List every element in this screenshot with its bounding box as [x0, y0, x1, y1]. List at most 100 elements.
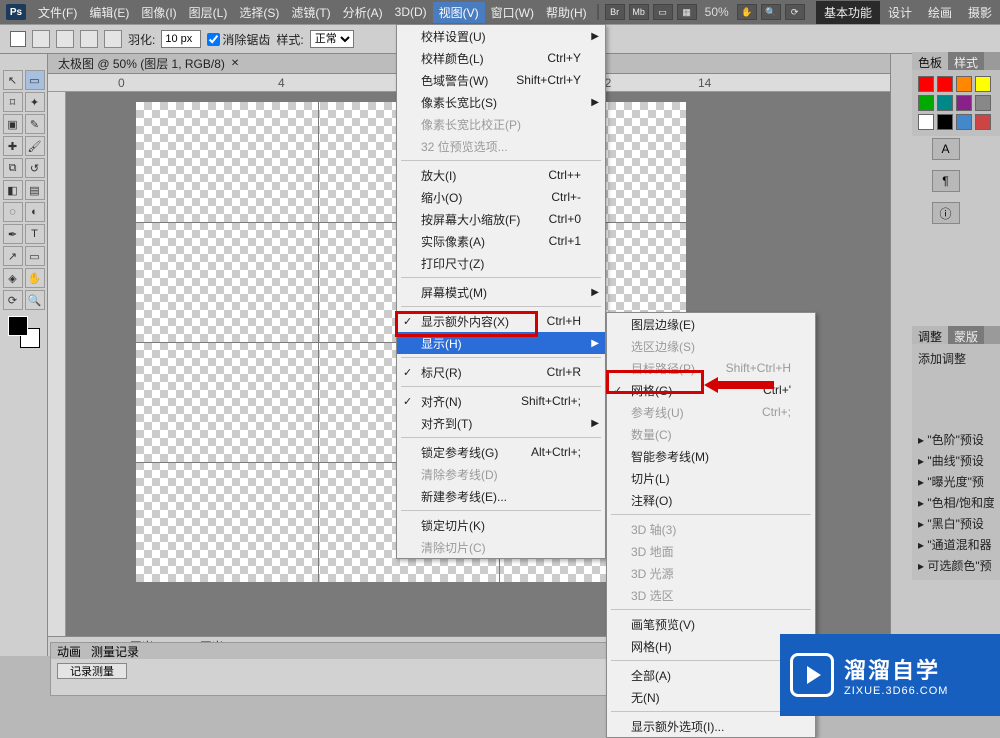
preset-item[interactable]: ▸ "曲线"预设 — [918, 450, 994, 471]
path-tool-icon[interactable]: ↗ — [3, 246, 23, 266]
menu-item[interactable]: 缩小(O)Ctrl+- — [397, 186, 605, 208]
tool-preset-icon[interactable] — [10, 31, 26, 47]
tab-mask[interactable]: 蒙版 — [948, 326, 984, 344]
menu-help[interactable]: 帮助(H) — [540, 2, 593, 23]
menu-item[interactable]: 图层边缘(E) — [607, 313, 815, 335]
zoom-level[interactable]: 50% — [705, 5, 729, 19]
swatch[interactable] — [956, 95, 972, 111]
swatch[interactable] — [956, 76, 972, 92]
gradient-tool-icon[interactable]: ▤ — [25, 180, 45, 200]
marquee-add-icon[interactable] — [56, 30, 74, 48]
bridge-icon[interactable]: Br — [605, 4, 625, 20]
zoom-icon[interactable]: 🔍 — [761, 4, 781, 20]
stamp-tool-icon[interactable]: ⧉ — [3, 158, 23, 178]
tab-styles[interactable]: 样式 — [948, 52, 984, 70]
tab-animation[interactable]: 动画 — [57, 643, 81, 659]
menu-item[interactable]: 实际像素(A)Ctrl+1 — [397, 230, 605, 252]
arrange-icon[interactable]: ▦ — [677, 4, 697, 20]
menu-item[interactable]: 屏幕模式(M)▶ — [397, 281, 605, 303]
feather-input[interactable] — [161, 30, 201, 48]
menu-item[interactable]: 校样颜色(L)Ctrl+Y — [397, 47, 605, 69]
menu-view[interactable]: 视图(V) — [433, 2, 485, 23]
move-tool-icon[interactable]: ↖ — [3, 70, 23, 90]
record-measure-button[interactable]: 记录测量 — [57, 663, 127, 679]
rotate-icon[interactable]: ⟳ — [785, 4, 805, 20]
menu-item[interactable]: 校样设置(U)▶ — [397, 25, 605, 47]
ruler-vertical[interactable] — [48, 92, 66, 636]
preset-item[interactable]: ▸ "色阶"预设 — [918, 429, 994, 450]
fg-color[interactable] — [8, 316, 28, 336]
menu-item[interactable]: 打印尺寸(Z) — [397, 252, 605, 274]
menu-item[interactable]: 色域警告(W)Shift+Ctrl+Y — [397, 69, 605, 91]
dodge-tool-icon[interactable]: ◐ — [25, 202, 45, 222]
tab-adjust[interactable]: 调整 — [912, 326, 948, 344]
marquee-sub-icon[interactable] — [80, 30, 98, 48]
zoom-tool-icon[interactable]: 🔍 — [25, 290, 45, 310]
style-select[interactable]: 正常 — [310, 30, 354, 48]
eyedrop-tool-icon[interactable]: ✎ — [25, 114, 45, 134]
swatch[interactable] — [975, 114, 991, 130]
hand-tool-icon[interactable]: ✋ — [25, 268, 45, 288]
rotate-tool-icon[interactable]: ⟳ — [3, 290, 23, 310]
type-tool-icon[interactable]: T — [25, 224, 45, 244]
menu-item[interactable]: 像素长宽比(S)▶ — [397, 91, 605, 113]
swatch[interactable] — [918, 76, 934, 92]
menu-item[interactable]: ✓标尺(R)Ctrl+R — [397, 361, 605, 383]
swatch[interactable] — [975, 95, 991, 111]
menu-item[interactable]: 切片(L) — [607, 467, 815, 489]
preset-item[interactable]: ▸ "曝光度"预 — [918, 471, 994, 492]
tab-swatches[interactable]: 色板 — [912, 52, 948, 70]
color-swatches[interactable] — [8, 316, 40, 348]
history-tool-icon[interactable]: ↺ — [25, 158, 45, 178]
swatch[interactable] — [937, 114, 953, 130]
menu-item[interactable]: 按屏幕大小缩放(F)Ctrl+0 — [397, 208, 605, 230]
menu-item[interactable]: 注释(O) — [607, 489, 815, 511]
swatch[interactable] — [937, 95, 953, 111]
swatch[interactable] — [918, 95, 934, 111]
marquee-tool-icon[interactable]: ▭ — [25, 70, 45, 90]
tab-measure[interactable]: 测量记录 — [91, 643, 139, 659]
menu-layer[interactable]: 图层(L) — [183, 2, 234, 23]
menu-item[interactable]: 显示额外选项(I)... — [607, 715, 815, 737]
menu-edit[interactable]: 编辑(E) — [83, 2, 135, 23]
blur-tool-icon[interactable]: ◌ — [3, 202, 23, 222]
menu-item[interactable]: 锁定切片(K) — [397, 514, 605, 536]
antialias-checkbox[interactable] — [207, 33, 220, 46]
lasso-tool-icon[interactable]: ⌑ — [3, 92, 23, 112]
menu-file[interactable]: 文件(F) — [32, 2, 83, 23]
menu-item[interactable]: 放大(I)Ctrl++ — [397, 164, 605, 186]
preset-item[interactable]: ▸ "通道混和器 — [918, 534, 994, 555]
swatch[interactable] — [937, 76, 953, 92]
marquee-rect-icon[interactable] — [32, 30, 50, 48]
minibridge-icon[interactable]: Mb — [629, 4, 649, 20]
crop-tool-icon[interactable]: ▣ — [3, 114, 23, 134]
preset-item[interactable]: ▸ 可选颜色"预 — [918, 555, 994, 576]
menu-item[interactable]: 画笔预览(V) — [607, 613, 815, 635]
workspace-design[interactable]: 设计 — [880, 1, 920, 24]
menu-item[interactable]: 智能参考线(M) — [607, 445, 815, 467]
shape-tool-icon[interactable]: ▭ — [25, 246, 45, 266]
eraser-tool-icon[interactable]: ◧ — [3, 180, 23, 200]
wand-tool-icon[interactable]: ✦ — [25, 92, 45, 112]
menu-item[interactable]: 显示(H)▶ — [397, 332, 605, 354]
menu-item[interactable]: ✓对齐(N)Shift+Ctrl+; — [397, 390, 605, 412]
menu-item[interactable]: ✓显示额外内容(X)Ctrl+H — [397, 310, 605, 332]
close-icon[interactable]: ✕ — [231, 58, 239, 69]
menu-image[interactable]: 图像(I) — [135, 2, 182, 23]
marquee-int-icon[interactable] — [104, 30, 122, 48]
menu-select[interactable]: 选择(S) — [233, 2, 285, 23]
menu-window[interactable]: 窗口(W) — [485, 2, 540, 23]
menu-analysis[interactable]: 分析(A) — [337, 2, 389, 23]
swatch[interactable] — [918, 114, 934, 130]
preset-item[interactable]: ▸ "色相/饱和度 — [918, 492, 994, 513]
menu-item[interactable]: 对齐到(T)▶ — [397, 412, 605, 434]
brush-tool-icon[interactable]: 🖌 — [25, 136, 45, 156]
swatch[interactable] — [956, 114, 972, 130]
workspace-essentials[interactable]: 基本功能 — [816, 1, 880, 24]
menu-3d[interactable]: 3D(D) — [389, 3, 433, 21]
swatch[interactable] — [975, 76, 991, 92]
heal-tool-icon[interactable]: ✚ — [3, 136, 23, 156]
workspace-painting[interactable]: 绘画 — [920, 1, 960, 24]
menu-filter[interactable]: 滤镜(T) — [285, 2, 336, 23]
preset-item[interactable]: ▸ "黑白"预设 — [918, 513, 994, 534]
